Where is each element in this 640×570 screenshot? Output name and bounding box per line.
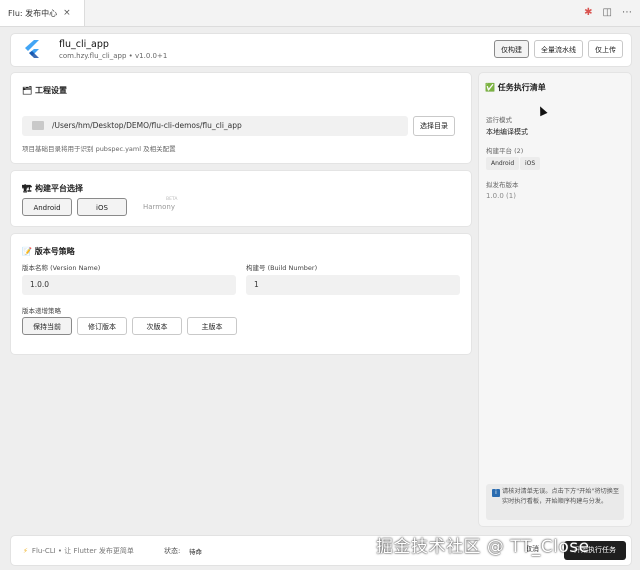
layout-icon[interactable]: ◫ xyxy=(603,7,612,18)
watermark-text: 掘金技术社区 @ TT_Close xyxy=(376,537,590,557)
more-icon[interactable]: ⋯ xyxy=(622,7,632,18)
folder-icon xyxy=(32,121,44,130)
version-title: 📝 版本号策略 xyxy=(22,247,75,256)
build-number-input[interactable]: 1 xyxy=(246,275,460,295)
tab-bar: Flu: 发布中心 × ✱ ◫ ⋯ xyxy=(0,0,640,27)
app-bundle-id: com.hzy.flu_cli_app • v1.0.0+1 xyxy=(59,52,168,60)
close-icon[interactable]: × xyxy=(63,8,71,18)
checklist-notice: i 请核对清单无误。点击下方"开始"将切换至实时执行看板，开始顺序构建与分发。 xyxy=(486,484,624,520)
checklist-title: ✅ 任务执行清单 xyxy=(485,83,546,92)
run-mode-value: 本地编译模式 xyxy=(486,128,528,136)
footer-brand-text: Flu-CLI • 让 Flutter 发布更简单 xyxy=(31,547,134,555)
status-value: 待命 xyxy=(189,548,202,556)
window-icons: ✱ ◫ ⋯ xyxy=(584,7,632,18)
platform-harmony-label: Harmony xyxy=(143,203,175,211)
tab-label: Flu: 发布中心 xyxy=(8,8,58,18)
beta-badge: BETA xyxy=(166,197,178,202)
project-path-text: /Users/hm/Desktop/DEMO/flu-cli-demos/flu… xyxy=(52,121,242,130)
mode-buttons: 仅构建 全量流水线 仅上传 xyxy=(494,40,623,58)
project-path-field[interactable]: /Users/hm/Desktop/DEMO/flu-cli-demos/flu… xyxy=(22,116,408,136)
release-version-value: 1.0.0 (1) xyxy=(486,192,516,200)
version-name-label: 版本名称 (Version Name) xyxy=(22,264,101,272)
full-pipeline-button[interactable]: 全量流水线 xyxy=(534,40,583,58)
build-number-value: 1 xyxy=(254,280,259,289)
info-icon: i xyxy=(492,489,500,497)
flutter-logo-icon xyxy=(25,40,39,58)
strategy-label: 版本递增策略 xyxy=(22,307,61,315)
release-version-label: 拟发布版本 xyxy=(486,181,519,189)
bug-icon[interactable]: ✱ xyxy=(584,7,592,18)
chip-ios: iOS xyxy=(520,157,541,170)
strategy-major-button[interactable]: 主版本 xyxy=(187,317,237,335)
run-mode-label: 运行模式 xyxy=(486,116,512,124)
status-label: 状态: xyxy=(164,547,181,555)
version-name-input[interactable]: 1.0.0 xyxy=(22,275,236,295)
project-settings-title: 🗂 工程设置 xyxy=(22,86,67,95)
notice-text: 请核对清单无误。点击下方"开始"将切换至实时执行看板，开始顺序构建与分发。 xyxy=(502,488,620,505)
strategy-keep-button[interactable]: 保持当前 xyxy=(22,317,72,335)
platform-title: 🏗 构建平台选择 xyxy=(22,184,83,193)
strategy-patch-button[interactable]: 修订版本 xyxy=(77,317,127,335)
footer-brand: ⚡ Flu-CLI • 让 Flutter 发布更简单 xyxy=(23,546,134,556)
chip-android: Android xyxy=(486,157,520,170)
platform-android-button[interactable]: Android xyxy=(22,198,72,216)
task-checklist-panel xyxy=(478,72,632,527)
project-path-hint: 项目基础目录将用于识别 pubspec.yaml 及相关配置 xyxy=(22,145,176,153)
build-only-button[interactable]: 仅构建 xyxy=(494,40,529,58)
platform-ios-button[interactable]: iOS xyxy=(77,198,127,216)
upload-only-button[interactable]: 仅上传 xyxy=(588,40,623,58)
lightning-icon: ⚡ xyxy=(23,547,28,555)
strategy-minor-button[interactable]: 次版本 xyxy=(132,317,182,335)
platform-harmony-button[interactable]: Harmony BETA xyxy=(133,197,183,216)
build-number-label: 构建号 (Build Number) xyxy=(246,264,318,272)
app-name: flu_cli_app xyxy=(59,39,109,50)
select-directory-button[interactable]: 选择目录 xyxy=(413,116,455,136)
build-platform-label: 构建平台 (2) xyxy=(486,147,524,155)
app-header: flu_cli_app com.hzy.flu_cli_app • v1.0.0… xyxy=(10,33,632,67)
version-name-value: 1.0.0 xyxy=(30,280,50,289)
tab-flu-publish[interactable]: Flu: 发布中心 × xyxy=(0,0,85,26)
